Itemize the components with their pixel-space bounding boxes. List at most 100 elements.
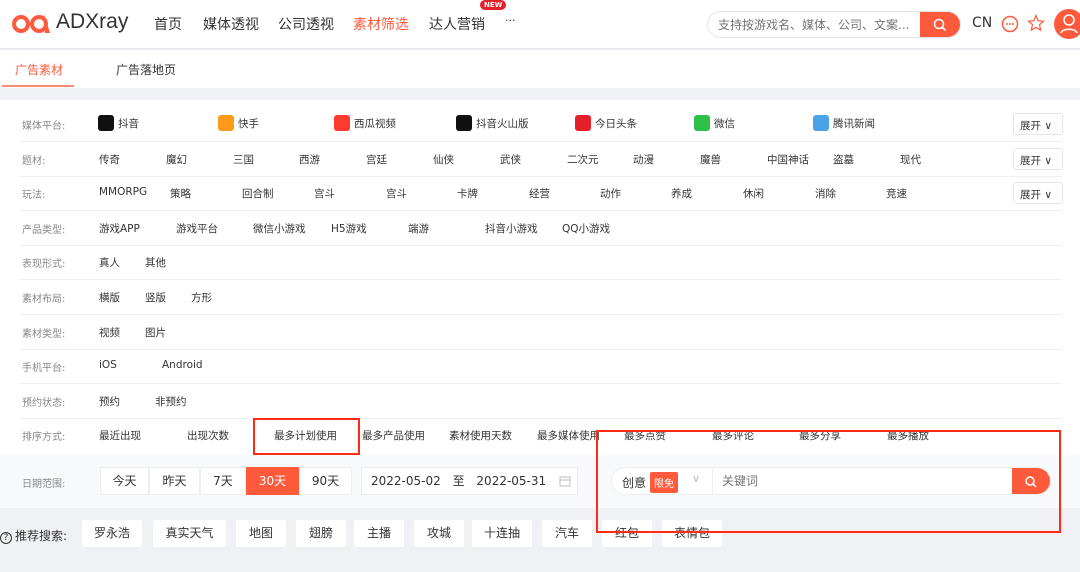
filter-option[interactable]: 动作 bbox=[600, 186, 621, 201]
filter-option[interactable]: 经营 bbox=[529, 186, 550, 201]
start-date: 2022-05-02 bbox=[371, 474, 441, 488]
filter-option[interactable]: 休闲 bbox=[743, 186, 764, 201]
filter-option[interactable]: 微信 bbox=[694, 115, 735, 131]
recommend-tag[interactable]: 地图 bbox=[236, 520, 286, 547]
avatar-icon[interactable] bbox=[1054, 9, 1080, 39]
filter-option[interactable]: 消除 bbox=[815, 186, 836, 201]
filter-option[interactable]: 动漫 bbox=[633, 152, 654, 167]
filter-option[interactable]: 方形 bbox=[191, 290, 212, 305]
filter-option[interactable]: 竞速 bbox=[886, 186, 907, 201]
filter-option-label: 抖音 bbox=[118, 118, 139, 130]
star-icon[interactable] bbox=[1027, 14, 1045, 32]
filter-option[interactable]: 现代 bbox=[900, 152, 921, 167]
filter-option-label: 中国神话 bbox=[767, 153, 809, 166]
filter-option[interactable]: 出现次数 bbox=[187, 428, 229, 443]
filter-option[interactable]: 西游 bbox=[299, 152, 320, 167]
filter-option[interactable]: 二次元 bbox=[567, 152, 599, 167]
date-option[interactable]: 今天 bbox=[100, 467, 149, 495]
filter-option[interactable]: 端游 bbox=[408, 221, 429, 236]
chevron-down-icon: ∨ bbox=[1044, 189, 1053, 202]
expand-button[interactable]: 展开 ∨ bbox=[1013, 147, 1063, 170]
recommend-tag[interactable]: 翅膀 bbox=[296, 520, 346, 547]
expand-button[interactable]: 展开 ∨ bbox=[1013, 182, 1063, 205]
filter-option[interactable]: 抖音 bbox=[98, 115, 139, 131]
huoshan-icon bbox=[456, 115, 472, 131]
filter-option[interactable]: 游戏APP bbox=[99, 221, 140, 236]
nav-media[interactable]: 媒体透视 bbox=[203, 14, 259, 34]
filter-option[interactable]: 抖音小游戏 bbox=[485, 221, 538, 236]
date-range-picker[interactable]: 2022-05-02 至 2022-05-31 bbox=[361, 467, 578, 495]
filter-option[interactable]: 最多产品使用 bbox=[362, 428, 425, 443]
nav-company[interactable]: 公司透视 bbox=[278, 14, 334, 34]
filter-option[interactable]: 图片 bbox=[145, 325, 166, 340]
filter-option[interactable]: 真人 bbox=[99, 255, 120, 270]
filter-option[interactable]: 传奇 bbox=[99, 152, 120, 167]
filter-option[interactable]: 武侠 bbox=[500, 152, 521, 167]
recommend-tag[interactable]: 攻城 bbox=[414, 520, 464, 547]
date-option[interactable]: 30天 bbox=[246, 467, 299, 495]
filter-option-label: 武侠 bbox=[500, 153, 521, 166]
filter-option[interactable]: 其他 bbox=[145, 255, 166, 270]
message-icon[interactable] bbox=[1000, 14, 1020, 34]
filter-option[interactable]: Android bbox=[162, 359, 203, 371]
filter-option-label: H5游戏 bbox=[331, 222, 367, 235]
filter-option[interactable]: iOS bbox=[99, 359, 117, 371]
date-option[interactable]: 7天 bbox=[200, 467, 246, 495]
filter-label: 排序方式: bbox=[22, 432, 66, 444]
filter-option-label: 出现次数 bbox=[187, 430, 229, 443]
filter-option[interactable]: 盗墓 bbox=[833, 152, 854, 167]
filter-option[interactable]: 最多媒体使用 bbox=[537, 428, 600, 443]
highlight-box-sort bbox=[253, 418, 360, 455]
recommend-tag[interactable]: 罗永浩 bbox=[82, 520, 142, 547]
divider bbox=[20, 244, 1062, 246]
filter-option[interactable]: H5游戏 bbox=[331, 221, 367, 236]
filter-option[interactable]: 中国神话 bbox=[767, 152, 809, 167]
language-switch[interactable]: CN bbox=[972, 15, 992, 31]
filter-option[interactable]: 视频 bbox=[99, 325, 120, 340]
filter-option[interactable]: 魔幻 bbox=[166, 152, 187, 167]
filter-option[interactable]: 微信小游戏 bbox=[253, 221, 306, 236]
filter-option[interactable]: 西瓜视频 bbox=[334, 115, 396, 131]
recommend-tag[interactable]: 十连抽 bbox=[472, 520, 532, 547]
global-search bbox=[707, 11, 961, 38]
expand-button[interactable]: 展开 ∨ bbox=[1013, 113, 1063, 135]
filter-option[interactable]: QQ小游戏 bbox=[562, 221, 610, 236]
filter-option[interactable]: 宫廷 bbox=[366, 152, 387, 167]
nav-home[interactable]: 首页 bbox=[154, 14, 182, 34]
filter-option[interactable]: 策略 bbox=[170, 186, 191, 201]
filter-option[interactable]: 快手 bbox=[218, 115, 259, 131]
filter-option[interactable]: 腾讯新闻 bbox=[813, 115, 875, 131]
adxray-logo-icon bbox=[12, 14, 50, 33]
filter-option[interactable]: 宫斗 bbox=[386, 186, 407, 201]
filter-option[interactable]: 预约 bbox=[99, 394, 120, 409]
filter-option[interactable]: 回合制 bbox=[242, 186, 274, 201]
recommend-tag[interactable]: 汽车 bbox=[542, 520, 592, 547]
filter-option[interactable]: 宫斗 bbox=[314, 186, 335, 201]
filter-option[interactable]: 游戏平台 bbox=[176, 221, 218, 236]
tab-ad-creative[interactable]: 广告素材 bbox=[15, 61, 63, 78]
recommend-tag[interactable]: 主播 bbox=[354, 520, 404, 547]
filter-option[interactable]: 抖音火山版 bbox=[456, 115, 529, 131]
global-search-input[interactable] bbox=[708, 12, 918, 37]
filter-option[interactable]: MMORPG bbox=[99, 186, 147, 198]
filter-option[interactable]: 竖版 bbox=[145, 290, 166, 305]
global-search-button[interactable] bbox=[920, 12, 960, 37]
nav-influencer[interactable]: 达人营销 bbox=[429, 14, 485, 34]
recommend-tag[interactable]: 真实天气 bbox=[153, 520, 226, 547]
filter-option[interactable]: 非预约 bbox=[155, 394, 187, 409]
nav-more[interactable]: ··· bbox=[505, 14, 516, 27]
date-option[interactable]: 90天 bbox=[299, 467, 352, 495]
filter-option[interactable]: 养成 bbox=[671, 186, 692, 201]
nav-creative-filter[interactable]: 素材筛选 bbox=[353, 14, 409, 34]
filter-option[interactable]: 三国 bbox=[233, 152, 254, 167]
filter-option-label: 竞速 bbox=[886, 188, 907, 201]
filter-option[interactable]: 横版 bbox=[99, 290, 120, 305]
filter-option[interactable]: 今日头条 bbox=[575, 115, 637, 131]
filter-option[interactable]: 最近出现 bbox=[99, 428, 141, 443]
tab-landing-page[interactable]: 广告落地页 bbox=[116, 61, 176, 78]
filter-option[interactable]: 魔兽 bbox=[700, 152, 721, 167]
date-option[interactable]: 昨天 bbox=[149, 467, 200, 495]
filter-option[interactable]: 卡牌 bbox=[457, 186, 478, 201]
filter-option[interactable]: 素材使用天数 bbox=[449, 428, 512, 443]
filter-option[interactable]: 仙侠 bbox=[433, 152, 454, 167]
